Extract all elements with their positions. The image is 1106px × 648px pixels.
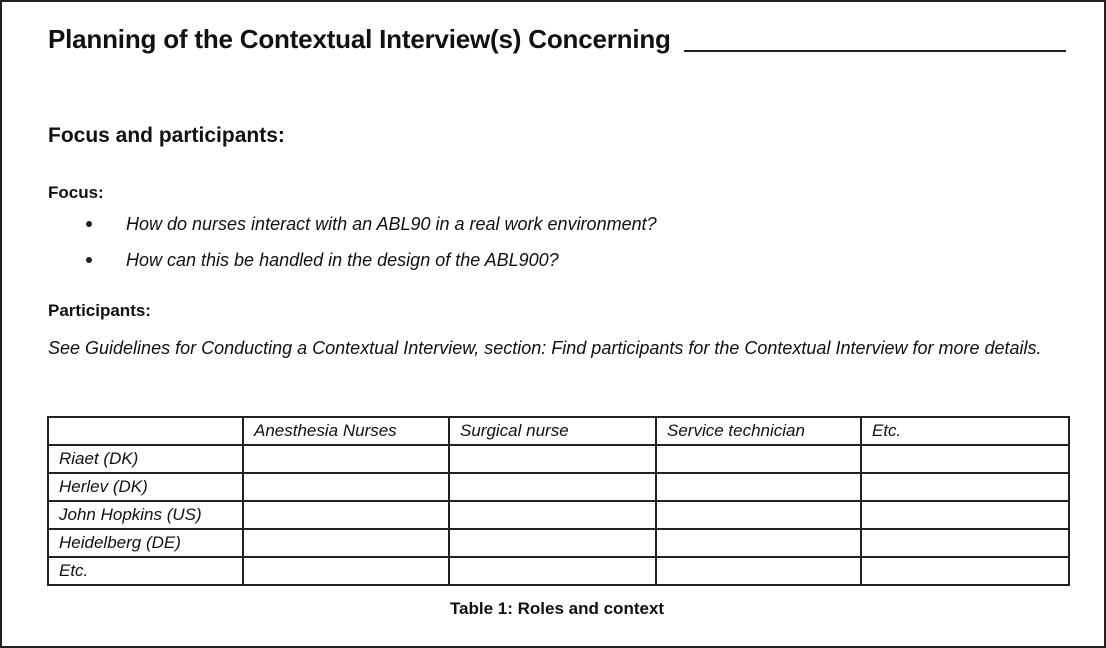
document-page: Planning of the Contextual Interview(s) … xyxy=(0,0,1106,648)
table-cell xyxy=(655,444,862,474)
table-cell xyxy=(448,472,657,502)
table-row: Riaet (DK) xyxy=(47,444,1070,474)
table-cell xyxy=(860,528,1070,558)
table-cell xyxy=(860,444,1070,474)
table-row: Herlev (DK) xyxy=(47,472,1070,502)
table-cell xyxy=(242,528,450,558)
table-cell xyxy=(242,472,450,502)
row-label: Etc. xyxy=(47,556,244,586)
table-caption: Table 1: Roles and context xyxy=(449,599,665,618)
column-header: Anesthesia Nurses xyxy=(242,416,450,446)
focus-heading: Focus: xyxy=(48,183,104,202)
table-cell xyxy=(860,556,1070,586)
column-header: Service technician xyxy=(655,416,862,446)
table-row: John Hopkins (US) xyxy=(47,500,1070,530)
focus-item-text: How can this be handled in the design of… xyxy=(126,250,559,270)
focus-item: How can this be handled in the design of… xyxy=(86,248,657,284)
table-cell xyxy=(655,556,862,586)
document-title: Planning of the Contextual Interview(s) … xyxy=(48,24,671,54)
focus-list: How do nurses interact with an ABL90 in … xyxy=(86,212,657,284)
table-cell xyxy=(655,528,862,558)
row-label: Herlev (DK) xyxy=(47,472,244,502)
bullet-dot-icon xyxy=(86,257,92,263)
table-row: Etc. xyxy=(47,556,1070,586)
column-header: Surgical nurse xyxy=(448,416,657,446)
section-heading: Focus and participants: xyxy=(48,124,285,147)
table-cell xyxy=(448,556,657,586)
bullet-dot-icon xyxy=(86,221,92,227)
column-header: Etc. xyxy=(860,416,1070,446)
focus-item: How do nurses interact with an ABL90 in … xyxy=(86,212,657,248)
table-cell xyxy=(448,500,657,530)
participants-text: See Guidelines for Conducting a Contextu… xyxy=(48,338,1042,358)
row-label: Heidelberg (DE) xyxy=(47,528,244,558)
title-fill-in-blank xyxy=(684,50,1066,52)
row-label: Riaet (DK) xyxy=(47,444,244,474)
table-cell xyxy=(242,500,450,530)
table-row: Heidelberg (DE) xyxy=(47,528,1070,558)
focus-item-text: How do nurses interact with an ABL90 in … xyxy=(126,214,657,234)
row-label: John Hopkins (US) xyxy=(47,500,244,530)
table-header-row: Anesthesia Nurses Surgical nurse Service… xyxy=(47,416,1070,446)
table-cell xyxy=(448,528,657,558)
table-cell xyxy=(242,556,450,586)
participants-heading: Participants: xyxy=(48,301,151,320)
table-cell xyxy=(242,444,450,474)
table-cell xyxy=(448,444,657,474)
table-cell xyxy=(860,472,1070,502)
table-cell xyxy=(860,500,1070,530)
roles-table: Anesthesia Nurses Surgical nurse Service… xyxy=(47,416,1070,586)
column-header xyxy=(47,416,244,446)
table-cell xyxy=(655,472,862,502)
table-cell xyxy=(655,500,862,530)
